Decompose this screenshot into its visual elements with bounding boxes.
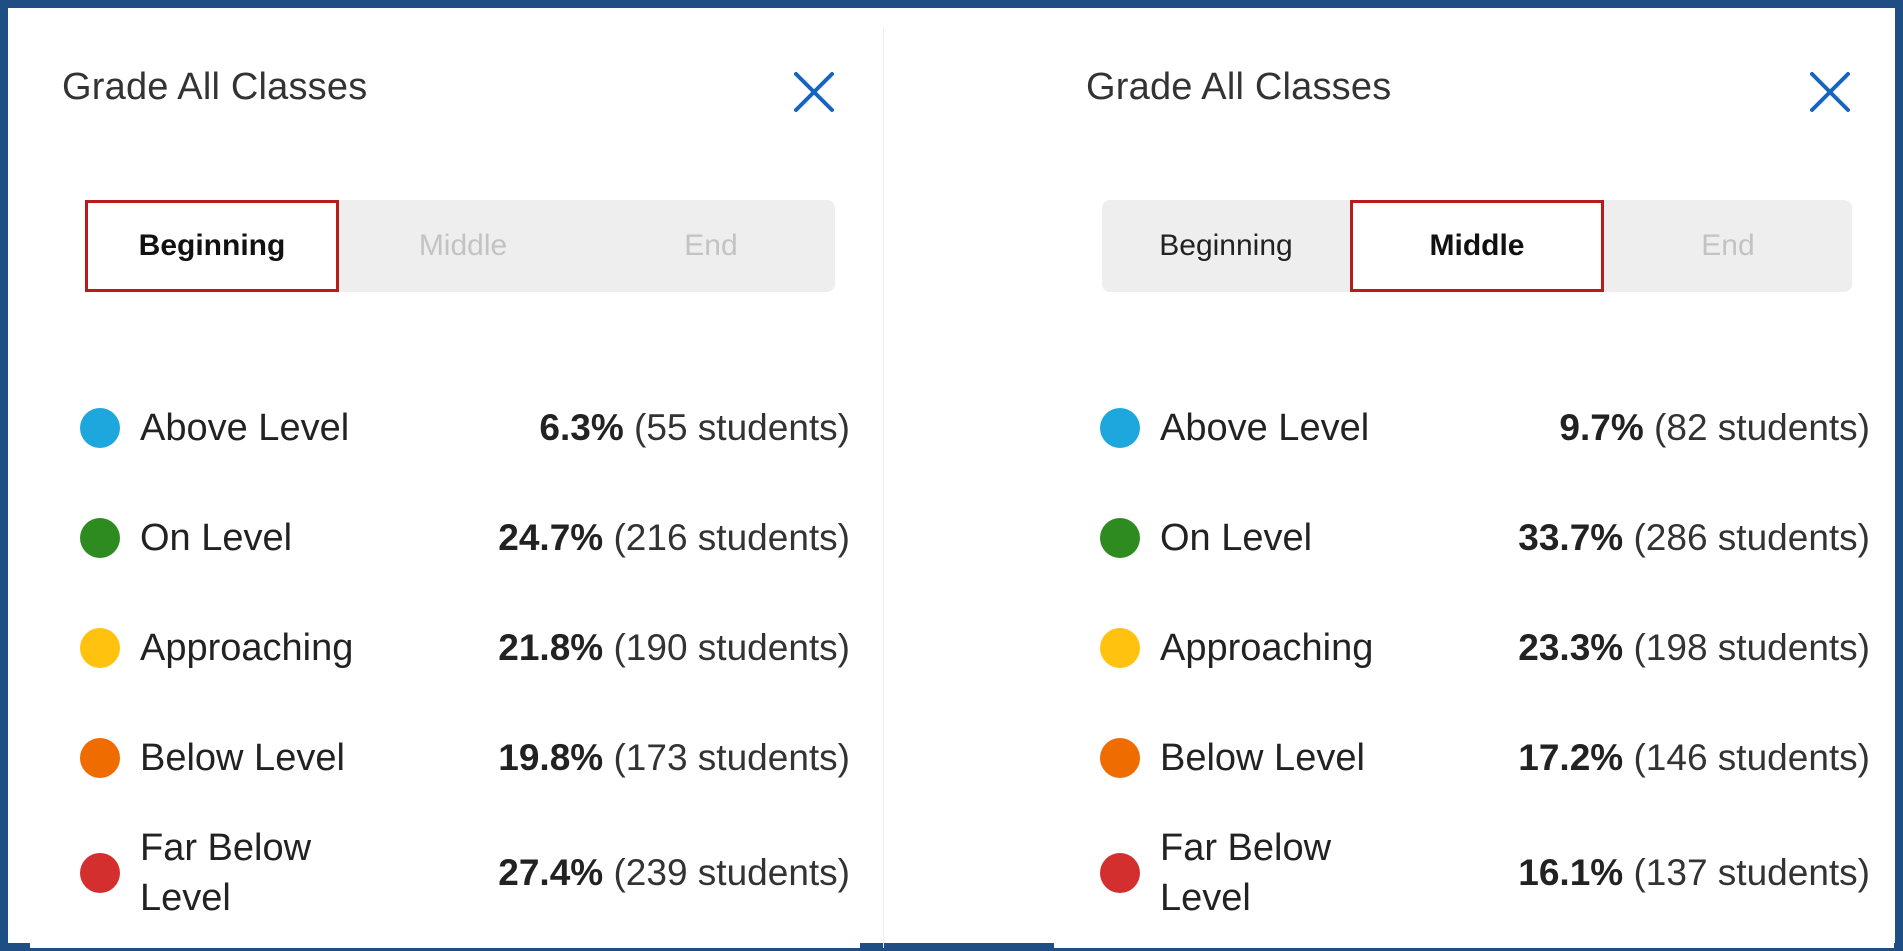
grade-panel-beginning: Grade All Classes Beginning Middle End A…	[30, 28, 860, 948]
list-item-below-level: Below Level 17.2% (146 students)	[1100, 703, 1870, 813]
approaching-dot	[80, 628, 120, 668]
level-students: (82 students)	[1654, 407, 1870, 448]
level-students: (286 students)	[1633, 517, 1870, 558]
level-percent: 6.3%	[539, 407, 624, 448]
list-item-approaching: Approaching 21.8% (190 students)	[80, 593, 850, 703]
level-percent: 23.3%	[1518, 627, 1624, 668]
level-percent: 19.8%	[498, 737, 604, 778]
panel-divider	[883, 28, 884, 948]
on-level-dot	[1100, 518, 1140, 558]
far-below-level-dot	[80, 853, 120, 893]
level-students: (216 students)	[613, 517, 850, 558]
close-icon[interactable]	[1804, 66, 1856, 118]
level-label: Below Level	[1160, 737, 1365, 779]
level-label: Approaching	[1160, 627, 1374, 669]
list-item-far-below-level: Far Below Level 16.1% (137 students)	[1100, 813, 1870, 933]
level-value: 19.8% (173 students)	[498, 737, 850, 779]
period-tabs: Beginning Middle End	[85, 200, 835, 292]
panel-title: Grade All Classes	[1086, 66, 1392, 108]
tab-beginning[interactable]: Beginning	[1102, 200, 1350, 292]
list-item-approaching: Approaching 23.3% (198 students)	[1100, 593, 1870, 703]
level-label: Above Level	[1160, 407, 1370, 449]
below-level-dot	[80, 738, 120, 778]
level-students: (198 students)	[1633, 627, 1870, 668]
level-students: (190 students)	[613, 627, 850, 668]
level-students: (173 students)	[613, 737, 850, 778]
level-value: 27.4% (239 students)	[498, 852, 850, 894]
list-item-far-below-level: Far Below Level 27.4% (239 students)	[80, 813, 850, 933]
tab-beginning[interactable]: Beginning	[85, 200, 339, 292]
tab-end[interactable]: End	[587, 200, 835, 292]
panel-title: Grade All Classes	[62, 66, 368, 108]
list-item-below-level: Below Level 19.8% (173 students)	[80, 703, 850, 813]
grade-panel-middle: Grade All Classes Beginning Middle End A…	[1054, 28, 1894, 948]
tab-end[interactable]: End	[1604, 200, 1852, 292]
level-value: 33.7% (286 students)	[1518, 517, 1870, 559]
approaching-dot	[1100, 628, 1140, 668]
list-item-above-level: Above Level 6.3% (55 students)	[80, 373, 850, 483]
level-percent: 24.7%	[498, 517, 604, 558]
level-value: 17.2% (146 students)	[1518, 737, 1870, 779]
level-percent: 27.4%	[498, 852, 604, 893]
level-label: Far Below Level	[1160, 827, 1332, 919]
list-item-above-level: Above Level 9.7% (82 students)	[1100, 373, 1870, 483]
level-students: (137 students)	[1633, 852, 1870, 893]
period-tabs: Beginning Middle End	[1102, 200, 1852, 292]
tab-middle[interactable]: Middle	[339, 200, 587, 292]
level-students: (146 students)	[1633, 737, 1870, 778]
far-below-level-dot	[1100, 853, 1140, 893]
level-label: Above Level	[140, 407, 350, 449]
level-percent: 33.7%	[1518, 517, 1624, 558]
level-value: 24.7% (216 students)	[498, 517, 850, 559]
level-percent: 17.2%	[1518, 737, 1624, 778]
above-level-dot	[80, 408, 120, 448]
level-label: On Level	[1160, 517, 1313, 559]
level-percent: 9.7%	[1559, 407, 1644, 448]
level-label: Below Level	[140, 737, 345, 779]
level-value: 9.7% (82 students)	[1559, 407, 1870, 449]
level-label: On Level	[140, 517, 293, 559]
level-value: 21.8% (190 students)	[498, 627, 850, 669]
level-percent: 21.8%	[498, 627, 604, 668]
level-value: 23.3% (198 students)	[1518, 627, 1870, 669]
above-level-dot	[1100, 408, 1140, 448]
level-label: Approaching	[140, 627, 354, 669]
close-icon[interactable]	[788, 66, 840, 118]
level-list: Above Level 9.7% (82 students) On Level …	[1100, 373, 1870, 933]
level-value: 16.1% (137 students)	[1518, 852, 1870, 894]
below-level-dot	[1100, 738, 1140, 778]
level-value: 6.3% (55 students)	[539, 407, 850, 449]
level-students: (55 students)	[634, 407, 850, 448]
tab-middle[interactable]: Middle	[1350, 200, 1604, 292]
list-item-on-level: On Level 33.7% (286 students)	[1100, 483, 1870, 593]
list-item-on-level: On Level 24.7% (216 students)	[80, 483, 850, 593]
level-students: (239 students)	[613, 852, 850, 893]
on-level-dot	[80, 518, 120, 558]
level-label: Far Below Level	[140, 827, 312, 919]
level-list: Above Level 6.3% (55 students) On Level …	[80, 373, 850, 933]
level-percent: 16.1%	[1518, 852, 1624, 893]
comparison-frame: Grade All Classes Beginning Middle End A…	[0, 0, 1903, 951]
